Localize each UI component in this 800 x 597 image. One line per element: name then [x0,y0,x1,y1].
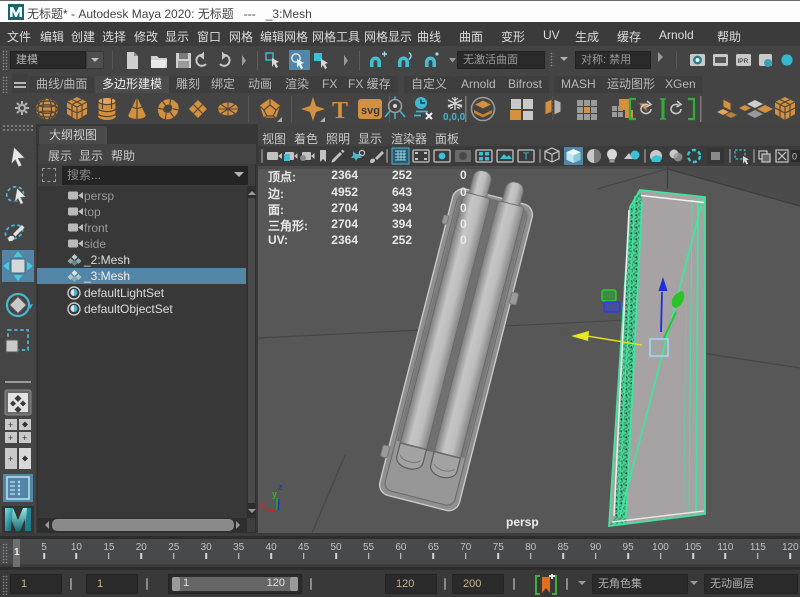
svg-text:z: z [278,482,283,492]
svg-text:y: y [272,489,277,499]
svg-text:x: x [260,499,265,509]
svg-text:+: + [8,420,13,430]
svg-text:+: + [8,433,13,443]
svg-text:0,0,0: 0,0,0 [443,112,466,122]
svg-text:+: + [22,433,27,443]
svg-text:0: 0 [792,152,797,162]
svg-text:T: T [523,152,529,163]
svg-text:persp: persp [506,515,539,529]
svg-text:IPR: IPR [738,58,749,65]
svg-text:+: + [8,454,13,464]
svg-text:svg: svg [361,105,380,117]
svg-text:T: T [332,98,348,122]
